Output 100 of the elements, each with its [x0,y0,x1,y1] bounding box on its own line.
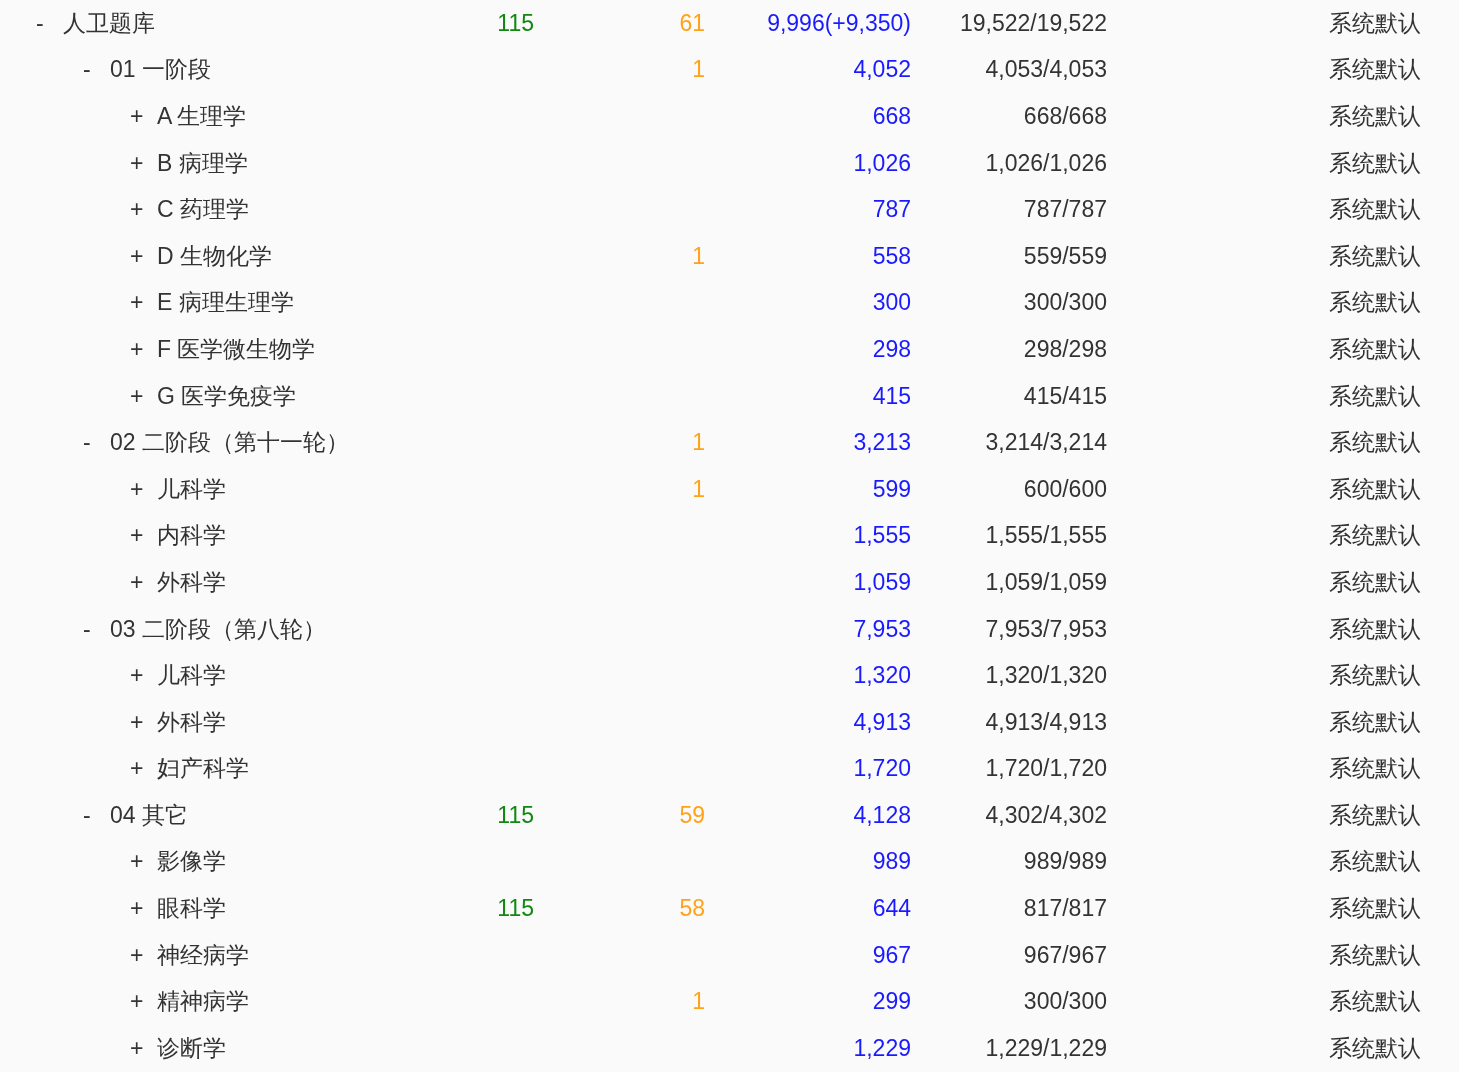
link-number[interactable]: 4,128 [853,801,911,829]
tree-item-label[interactable]: 外科学 [157,706,226,738]
toggle-text[interactable]: + [130,568,157,596]
toggle-text[interactable]: + [130,848,157,876]
tree-item-label[interactable]: 01 一阶段 [110,54,211,86]
link-number[interactable]: 299 [872,988,911,1016]
toggle-text[interactable]: + [130,988,157,1016]
tree-item-label[interactable]: 儿科学 [157,660,226,692]
link-number[interactable]: 787 [872,196,911,224]
link-number[interactable]: 1,320 [853,662,911,690]
setting-text: 系统默认 [1329,940,1421,970]
setting-text: 系统默认 [1329,754,1421,784]
ratio-text: 989/989 [1023,848,1107,876]
link-number[interactable]: 3,213 [853,429,911,457]
link-number[interactable]: 298 [872,335,911,363]
tree-item-label[interactable]: B 病理学 [157,147,248,179]
ratio-text: 4,913/4,913 [985,708,1107,736]
ratio-text: 4,302/4,302 [985,801,1107,829]
toggle-text[interactable]: + [130,242,157,270]
setting-text: 系统默认 [1329,521,1421,551]
setting-text: 系统默认 [1329,567,1421,597]
link-number[interactable]: 1,555 [853,522,911,550]
ratio-text: 559/559 [1023,242,1107,270]
toggle-text[interactable]: + [130,662,157,690]
toggle-text[interactable]: + [130,382,157,410]
tree-item-label[interactable]: 03 二阶段（第八轮） [110,613,326,645]
toggle-text[interactable]: + [130,941,157,969]
link-number[interactable]: 989 [872,848,911,876]
count-text: 1 [692,475,705,503]
link-number[interactable]: 668 [872,103,911,130]
setting-text: 系统默认 [1329,241,1421,271]
toggle-text[interactable]: + [130,335,157,363]
tree-item-label[interactable]: 影像学 [157,846,226,878]
link-number[interactable]: 1,229 [853,1034,911,1062]
toggle-text[interactable]: + [130,289,157,317]
tree-item-label[interactable]: A 生理学 [157,101,247,132]
setting-text: 系统默认 [1329,707,1421,737]
setting-text: 系统默认 [1329,102,1421,131]
ratio-text: 4,053/4,053 [985,56,1107,84]
setting-text: 系统默认 [1329,334,1421,364]
toggle-text[interactable]: + [130,149,157,177]
toggle-text[interactable]: + [130,1034,157,1062]
link-number[interactable]: 7,953 [853,615,911,643]
link-number[interactable]: 644 [872,895,911,923]
ratio-text: 1,026/1,026 [985,149,1107,177]
tree-item-label[interactable]: D 生物化学 [157,240,272,272]
link-number[interactable]: 599 [872,475,911,503]
ratio-text: 1,059/1,059 [985,568,1107,596]
tree-item-label[interactable]: 神经病学 [157,939,249,971]
toggle-text[interactable]: + [130,895,157,923]
tree-item-label[interactable]: 内科学 [157,520,226,552]
link-number[interactable]: 967 [872,941,911,969]
tree-item-label[interactable]: 人卫题库 [63,7,155,39]
tree-item-label[interactable]: 眼科学 [157,893,226,925]
link-number[interactable]: 4,913 [853,708,911,736]
tree-item-label[interactable]: 精神病学 [157,986,249,1018]
tree-item-label[interactable]: 儿科学 [157,473,226,505]
setting-text: 系统默认 [1329,847,1421,877]
tree-item-label[interactable]: G 医学免疫学 [157,380,297,412]
ratio-text: 787/787 [1023,196,1107,224]
setting-text: 系统默认 [1329,288,1421,318]
tree-item-label[interactable]: 诊断学 [157,1032,226,1064]
link-number[interactable]: 1,720 [853,755,911,783]
toggle-text[interactable]: - [83,56,110,84]
setting-text: 系统默认 [1329,381,1421,411]
toggle-text[interactable]: + [130,755,157,783]
tree-item-label[interactable]: 04 其它 [110,799,188,831]
link-number[interactable]: 415 [872,382,911,410]
tree-item-label[interactable]: 妇产科学 [157,753,249,785]
toggle-text[interactable]: - [36,9,63,37]
tree-item-label[interactable]: C 药理学 [157,194,249,226]
link-number[interactable]: 558 [872,242,911,270]
ratio-text: 967/967 [1023,941,1107,969]
toggle-text[interactable]: + [130,708,157,736]
setting-text: 系统默认 [1329,474,1421,504]
link-number[interactable]: 1,059 [853,568,911,596]
setting-text: 系统默认 [1329,195,1421,225]
toggle-text[interactable]: + [130,103,157,130]
toggle-text[interactable]: + [130,196,157,224]
toggle-text[interactable]: - [83,429,110,457]
toggle-text[interactable]: - [83,801,110,829]
count-text: 1 [692,242,705,270]
ratio-text: 1,720/1,720 [985,755,1107,783]
ratio-text: 668/668 [1023,103,1107,130]
tree-item-label[interactable]: 02 二阶段（第十一轮） [110,427,349,459]
toggle-text[interactable]: - [83,615,110,643]
ratio-text: 1,555/1,555 [985,522,1107,550]
setting-text: 系统默认 [1329,8,1421,38]
tree-item-label[interactable]: F 医学微生物学 [157,333,316,365]
tree-item-label[interactable]: E 病理生理学 [157,287,294,319]
link-number[interactable]: 300 [872,289,911,317]
ratio-text: 600/600 [1023,475,1107,503]
toggle-text[interactable]: + [130,475,157,503]
link-number[interactable]: 9,996(+9,350) [767,9,911,37]
tree-item-label[interactable]: 外科学 [157,566,226,598]
ratio-text: 3,214/3,214 [985,429,1107,457]
count-text: 115 [497,9,534,37]
link-number[interactable]: 1,026 [853,149,911,177]
link-number[interactable]: 4,052 [853,56,911,84]
toggle-text[interactable]: + [130,522,157,550]
